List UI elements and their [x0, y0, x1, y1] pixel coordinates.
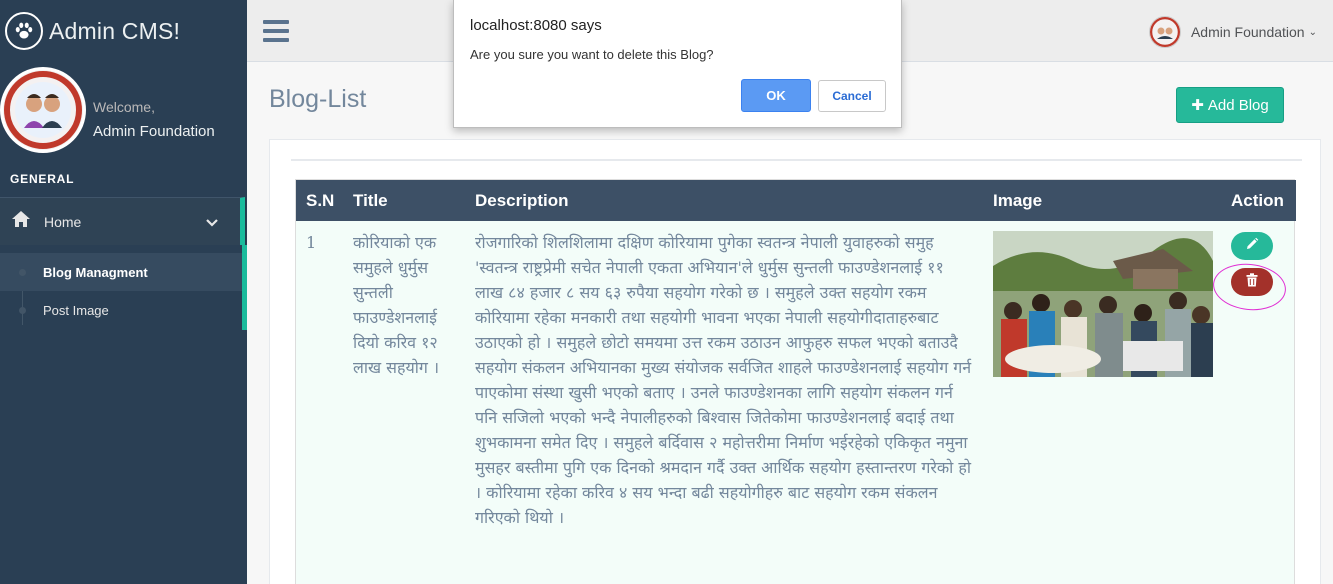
- annotation-circle: [1210, 260, 1289, 314]
- blog-table: S.N Title Description Image Action 1 कोर…: [295, 179, 1296, 584]
- user-menu[interactable]: Admin Foundation ⌄: [1148, 16, 1317, 48]
- dialog-title: localhost:8080 says: [470, 17, 602, 34]
- section-label: GENERAL: [10, 172, 75, 186]
- content-panel: S.N Title Description Image Action 1 कोर…: [269, 139, 1321, 584]
- row-title: कोरियाको एक समुहले धुर्मुस सुन्तली फाउण्…: [353, 233, 440, 377]
- column-header-action: Action: [1231, 191, 1284, 210]
- sidebar-submenu: Blog Managment Post Image: [0, 245, 247, 330]
- page-title: Blog-List: [269, 85, 367, 113]
- plus-icon: ✚: [1191, 97, 1204, 114]
- bullet-icon: [19, 268, 26, 276]
- column-header-image: Image: [993, 191, 1043, 210]
- chevron-down-icon: ⌄: [1308, 26, 1317, 38]
- brand-title: Admin CMS!: [49, 17, 181, 44]
- user-name: Admin Foundation: [1190, 24, 1305, 40]
- avatar: [0, 67, 86, 153]
- paw-icon: [5, 12, 43, 50]
- row-image: [993, 231, 1213, 377]
- column-header-title: Title: [353, 191, 388, 210]
- chevron-down-icon: [206, 215, 218, 233]
- sidebar: Admin CMS! Welcome, Admin Foundation GEN…: [0, 0, 247, 584]
- user-avatar: [1148, 16, 1181, 48]
- table-header: S.N Title Description Image Action: [296, 180, 1296, 221]
- pencil-icon: [1245, 237, 1259, 256]
- brand[interactable]: Admin CMS!: [0, 0, 247, 62]
- welcome-text: Welcome,: [93, 99, 155, 115]
- row-sn: 1: [306, 233, 317, 252]
- ok-button[interactable]: OK: [741, 79, 811, 112]
- edit-button[interactable]: [1231, 232, 1273, 260]
- profile-name: Admin Foundation: [93, 123, 215, 140]
- bullet-icon: [19, 306, 26, 314]
- add-blog-label: Add Blog: [1207, 96, 1269, 114]
- sidebar-item-label: Blog Managment: [43, 264, 148, 280]
- column-header-description: Description: [475, 191, 569, 210]
- sidebar-item-post-image[interactable]: Post Image: [0, 291, 242, 329]
- confirm-dialog: localhost:8080 says Are you sure you wan…: [453, 0, 902, 128]
- menu-icon[interactable]: [263, 20, 289, 42]
- add-blog-button[interactable]: ✚ Add Blog: [1176, 87, 1284, 123]
- sidebar-item-label: Home: [44, 213, 82, 230]
- cancel-button[interactable]: Cancel: [818, 80, 886, 112]
- home-icon: [11, 210, 31, 233]
- column-header-sn: S.N: [306, 191, 335, 210]
- row-description: रोजगारिको शिलशिलामा दक्षिण कोरियामा पुगे…: [475, 233, 972, 527]
- dialog-message: Are you sure you want to delete this Blo…: [470, 47, 714, 62]
- sidebar-item-blog-managment[interactable]: Blog Managment: [0, 253, 242, 291]
- divider: [291, 159, 1302, 161]
- sidebar-item-home[interactable]: Home: [0, 197, 245, 245]
- profile: Welcome, Admin Foundation: [0, 62, 247, 158]
- sidebar-item-label: Post Image: [43, 302, 109, 318]
